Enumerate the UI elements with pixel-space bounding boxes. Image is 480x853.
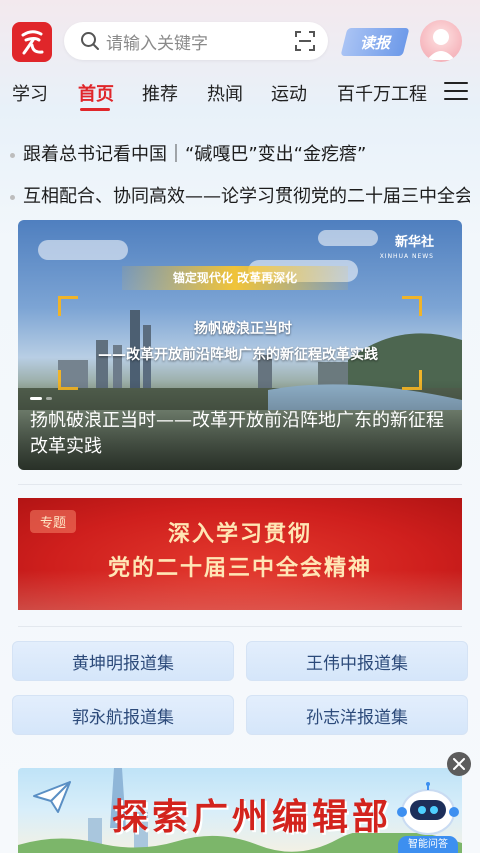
tab-study[interactable]: 学习 — [12, 80, 48, 106]
user-avatar-icon — [427, 29, 455, 60]
search-icon — [81, 32, 99, 50]
read-button-label: 读报 — [359, 33, 390, 52]
report-link-huang[interactable]: 黄坤明报道集 — [12, 641, 234, 681]
topic-banner[interactable]: 专题 深入学习贯彻 党的二十届三中全会精神 — [18, 498, 462, 610]
report-link-wang[interactable]: 王伟中报道集 — [246, 641, 468, 681]
top-bar: 请输入关键字 读报 — [0, 14, 480, 68]
cloud-shape — [318, 230, 378, 246]
hero-overline: 锚定现代化 改革再深化 — [122, 266, 348, 290]
scan-icon[interactable] — [294, 30, 316, 52]
menu-icon[interactable] — [444, 82, 468, 102]
xinhua-watermark-cn: 新华社 — [394, 235, 434, 250]
channel-tabs: 学习 首页 推荐 热闻 运动 百千万工程 — [0, 76, 480, 112]
bullet-icon — [10, 194, 15, 200]
hero-image-title: 扬帆破浪正当时 — [194, 321, 292, 337]
hero-caption: 扬帆破浪正当时——改革开放前沿阵地广东的新征程改革实践 — [30, 410, 444, 457]
hero-image-subtitle: ——改革开放前沿阵地广东的新征程改革实践 — [98, 347, 378, 363]
report-link-label: 孙志洋报道集 — [306, 707, 408, 728]
bullet-icon — [10, 152, 15, 158]
xinhua-watermark-en: XINHUA NEWS — [379, 253, 434, 260]
banner-decoration — [18, 570, 462, 610]
hero-news-card[interactable]: 锚定现代化 改革再深化 扬帆破浪正当时 ——改革开放前沿阵地广东的新征程改革实践… — [18, 220, 462, 470]
report-link-label: 郭永航报道集 — [72, 707, 174, 728]
report-link-guo[interactable]: 郭永航报道集 — [12, 695, 234, 735]
close-icon — [453, 758, 465, 770]
tab-project[interactable]: 百千万工程 — [337, 80, 433, 106]
headline-item[interactable]: 跟着总书记看中国｜“碱嘎巴”变出“金疙瘩” — [10, 140, 480, 166]
tab-sports[interactable]: 运动 — [271, 80, 307, 106]
carousel-indicator — [30, 397, 52, 400]
topic-title-line1: 深入学习贯彻 — [167, 522, 312, 547]
cloud-shape — [38, 240, 128, 260]
xinhua-watermark: 新华社 XINHUA NEWS — [380, 236, 434, 264]
tab-home[interactable]: 首页 — [78, 80, 114, 106]
headline-text: 跟着总书记看中国｜“碱嘎巴”变出“金疙瘩” — [23, 144, 367, 165]
app-logo[interactable] — [12, 22, 52, 62]
search-placeholder: 请输入关键字 — [106, 33, 208, 54]
avatar[interactable] — [420, 20, 462, 62]
divider — [18, 484, 462, 485]
carousel-dot-active — [30, 397, 42, 400]
frame-corner — [402, 296, 422, 316]
frame-corner — [58, 296, 78, 316]
ai-assistant-label: 智能问答 — [398, 836, 458, 853]
tab-recommend[interactable]: 推荐 — [142, 80, 178, 106]
read-newspaper-button[interactable]: 读报 — [340, 28, 410, 56]
report-link-label: 王伟中报道集 — [306, 653, 408, 674]
app-logo-icon — [21, 30, 44, 55]
robot-icon — [397, 782, 459, 835]
carousel-dot — [46, 397, 52, 400]
report-link-label: 黄坤明报道集 — [72, 653, 174, 674]
active-tab-indicator — [80, 108, 110, 111]
paper-plane-icon — [33, 781, 71, 813]
divider — [18, 626, 462, 627]
headline-text: 互相配合、协同高效——论学习贯彻党的二十届三中全会精神 — [23, 186, 470, 207]
headline-item[interactable]: 互相配合、协同高效——论学习贯彻党的二十届三中全会精神 — [0, 182, 470, 208]
search-input[interactable]: 请输入关键字 — [64, 22, 328, 60]
close-banner-button[interactable] — [447, 752, 471, 776]
report-link-sun[interactable]: 孙志洋报道集 — [246, 695, 468, 735]
tab-hot-news[interactable]: 热闻 — [207, 80, 243, 106]
